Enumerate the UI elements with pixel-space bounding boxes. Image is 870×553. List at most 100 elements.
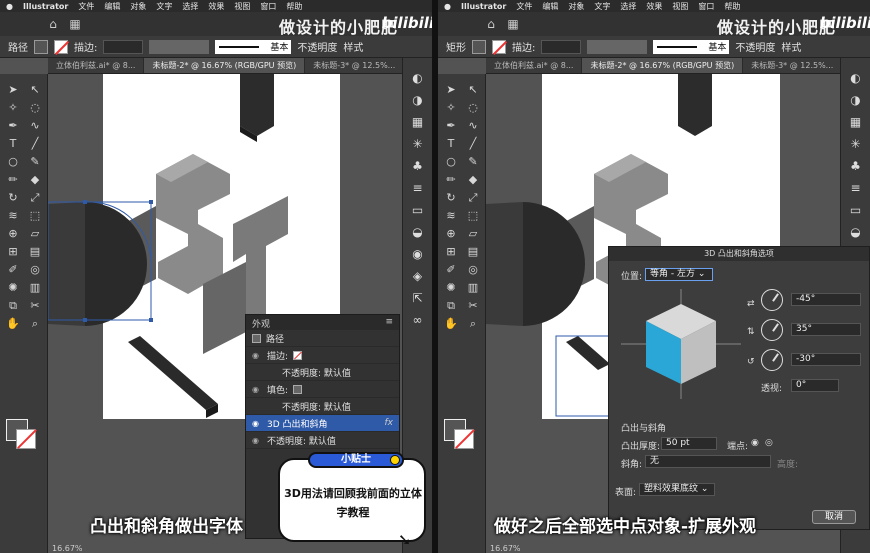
fx-icon[interactable]: fx [385,418,394,428]
stroke-color-box[interactable] [16,429,36,449]
stroke-panel-icon[interactable]: ≡ [410,180,426,196]
zoom-level[interactable]: 16.67% [490,544,521,553]
style-label[interactable]: 样式 [343,39,363,54]
free-transform-icon[interactable]: ⬚ [464,208,482,224]
menu-type[interactable]: 文字 [156,1,172,12]
blend-icon[interactable]: ◎ [464,262,482,278]
menu-select[interactable]: 选择 [620,1,636,12]
direct-selection-tool-icon[interactable]: ↖ [26,82,44,98]
menu-window[interactable]: 窗口 [698,1,714,12]
visibility-eye-icon[interactable]: ◉ [252,351,262,360]
selection-tool-icon[interactable]: ➤ [442,82,460,98]
depth-field[interactable]: 50 pt [661,437,717,450]
hand-tool-icon[interactable]: ✋ [442,316,460,332]
appearance-row-fill[interactable]: ◉ 填色: [246,381,399,398]
zoom-level[interactable]: 16.67% [52,544,83,553]
stroke-mini-swatch[interactable] [293,350,303,360]
rotate-z-field[interactable]: -30° [791,353,861,366]
transparency-panel-icon[interactable]: ◒ [848,224,864,240]
color-panel-icon[interactable]: ◐ [848,70,864,86]
menu-view[interactable]: 视图 [234,1,250,12]
rotation-cube-preview[interactable] [621,289,741,399]
menu-file[interactable]: 文件 [516,1,532,12]
symbols-panel-icon[interactable]: ♣ [410,158,426,174]
menu-effect[interactable]: 效果 [646,1,662,12]
column-graph-icon[interactable]: ▥ [26,280,44,296]
appearance-row-opacity[interactable]: ◉ 不透明度: 默认值 [246,432,399,449]
stroke-weight-field[interactable] [541,39,582,54]
gradient-panel-icon[interactable]: ▭ [848,202,864,218]
pencil-icon[interactable]: ✏ [4,172,22,188]
position-dropdown[interactable]: 等角 - 左方 ⌄ [645,268,713,281]
swatches-panel-icon[interactable]: ▦ [410,114,426,130]
cap-off-icon[interactable]: ◎ [765,438,773,448]
stroke-weight-field[interactable] [103,39,144,54]
type-tool-icon[interactable]: T [442,136,460,152]
artboard-tool-icon[interactable]: ⧉ [442,298,460,314]
symbols-panel-icon[interactable]: ♣ [848,158,864,174]
visibility-eye-icon[interactable]: ◉ [252,419,262,428]
ellipse-tool-icon[interactable]: ○ [442,154,460,170]
symbol-sprayer-icon[interactable]: ✺ [442,280,460,296]
appearance-row-opacity[interactable]: 不透明度: 默认值 [246,398,399,415]
hand-tool-icon[interactable]: ✋ [4,316,22,332]
symbol-sprayer-icon[interactable]: ✺ [4,280,22,296]
layers-panel-icon[interactable]: ◈ [410,268,426,284]
rotate-y-field[interactable]: 35° [791,323,861,336]
cap-on-icon[interactable]: ◉ [751,438,759,448]
rotate-icon[interactable]: ↻ [4,190,22,206]
rotate-icon[interactable]: ↻ [442,190,460,206]
warp-icon[interactable]: ≋ [442,208,460,224]
pencil-icon[interactable]: ✏ [442,172,460,188]
swatches-panel-icon[interactable]: ▦ [848,114,864,130]
opacity-label[interactable]: 不透明度 [297,39,337,54]
visibility-eye-icon[interactable]: ◉ [252,436,262,445]
brushes-panel-icon[interactable]: ✳ [410,136,426,152]
menu-view[interactable]: 视图 [672,1,688,12]
eraser-icon[interactable]: ◆ [26,172,44,188]
curvature-icon[interactable]: ∿ [464,118,482,134]
pen-tool-icon[interactable]: ✒ [442,118,460,134]
panel-menu-icon[interactable]: ≡ [385,317,393,328]
mesh-icon[interactable]: ⊞ [442,244,460,260]
workspace-icon[interactable]: ▦ [68,17,82,31]
tab-document-1[interactable]: 立体伯利兹.ai* @ 8... [48,58,145,73]
rotate-x-dial[interactable] [761,289,783,311]
appearance-row-path[interactable]: 路径 [246,330,399,347]
mesh-icon[interactable]: ⊞ [4,244,22,260]
apple-icon[interactable]: ● [444,2,451,11]
tab-document-3[interactable]: 未标题-3* @ 12.5%... [743,58,843,73]
fill-stroke-widget[interactable] [6,419,40,453]
paintbrush-icon[interactable]: ✎ [464,154,482,170]
color-guide-icon[interactable]: ◑ [848,92,864,108]
menu-app-name[interactable]: Illustrator [461,2,506,11]
rotate-z-dial[interactable] [761,349,783,371]
artboard-tool-icon[interactable]: ⧉ [4,298,22,314]
menu-object[interactable]: 对象 [130,1,146,12]
lasso-icon[interactable]: ◌ [464,100,482,116]
menu-edit[interactable]: 编辑 [104,1,120,12]
menu-select[interactable]: 选择 [182,1,198,12]
stroke-swatch[interactable] [492,39,506,54]
eyedropper-icon[interactable]: ✐ [442,262,460,278]
scale-icon[interactable]: ⤢ [464,190,482,206]
fill-mini-swatch[interactable] [293,384,303,394]
menu-edit[interactable]: 编辑 [542,1,558,12]
appearance-row-stroke[interactable]: ◉ 描边: [246,347,399,364]
menu-window[interactable]: 窗口 [260,1,276,12]
brush-style-dropdown[interactable]: 基本 [215,39,292,54]
fill-stroke-widget[interactable] [444,419,478,453]
menu-help[interactable]: 帮助 [286,1,302,12]
menu-object[interactable]: 对象 [568,1,584,12]
perspective-field[interactable]: 0° [791,379,839,392]
type-tool-icon[interactable]: T [4,136,22,152]
gradient-icon[interactable]: ▤ [464,244,482,260]
gradient-icon[interactable]: ▤ [26,244,44,260]
variable-width-field[interactable] [587,39,648,54]
surface-dropdown[interactable]: 塑料效果底纹 ⌄ [639,483,715,496]
line-tool-icon[interactable]: ╱ [464,136,482,152]
appearance-row-3d-effect[interactable]: ◉ 3D 凸出和斜角 fx [246,415,399,432]
zoom-tool-icon[interactable]: ⌕ [26,316,44,332]
shape-builder-icon[interactable]: ⊕ [442,226,460,242]
gradient-panel-icon[interactable]: ▭ [410,202,426,218]
